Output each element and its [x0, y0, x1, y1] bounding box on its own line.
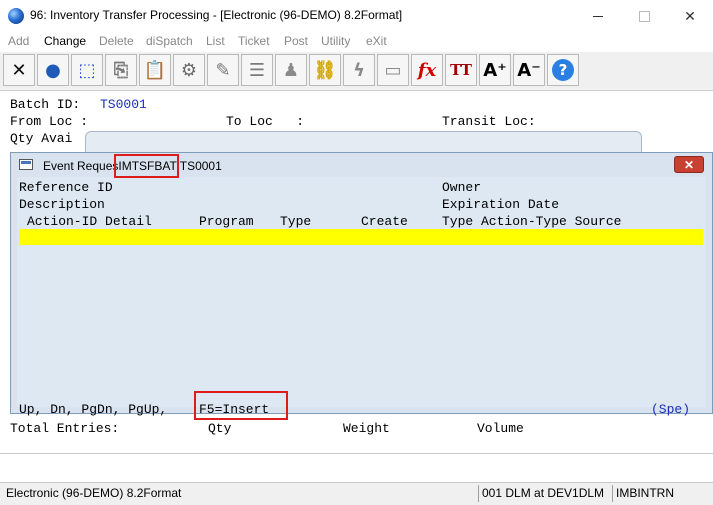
column-action-id-detail: Action-ID Detail	[27, 214, 152, 229]
list-icon: ☰	[248, 59, 266, 81]
cancel-x-button[interactable]: ✕	[3, 54, 35, 86]
list-button[interactable]: ☰	[241, 54, 273, 86]
copy-button[interactable]: ⎘	[105, 54, 137, 86]
footer-nav-keys: Up, Dn, PgDn, PgUp,	[19, 402, 168, 417]
total-weight-label: Weight	[343, 421, 390, 436]
screen-arrow-icon: ▭	[384, 59, 402, 81]
settings-gear-icon: ⚙	[180, 59, 198, 81]
total-entries-label: Total Entries:	[10, 421, 120, 436]
function-fx-button[interactable]: fx	[411, 54, 443, 86]
users-icon: ♟	[282, 59, 300, 81]
window-icon	[19, 159, 33, 170]
help-button[interactable]: ?	[547, 54, 579, 86]
column-type: Type	[280, 214, 312, 229]
menu-utility[interactable]: Utility	[321, 34, 350, 48]
status-divider	[478, 485, 479, 502]
status-bar: Electronic (96-DEMO) 8.2Format 001 DLM a…	[0, 482, 713, 505]
total-volume-label: Volume	[477, 421, 524, 436]
column-program: Program	[199, 214, 254, 229]
from-loc-label: From Loc :	[10, 114, 89, 129]
divider	[0, 453, 713, 454]
settings-gear-button[interactable]: ⚙	[173, 54, 205, 86]
toolbar: ✕ ● ⬚ ⎘ 📋 ⚙ ✎ ☰ ♟ ⛓ ϟ ▭ fx TT A⁺ A⁻?	[0, 52, 713, 91]
users-button[interactable]: ♟	[275, 54, 307, 86]
description-label: Description	[19, 197, 105, 212]
screen-arrow-button[interactable]: ▭	[377, 54, 409, 86]
cancel-x-icon: ✕	[11, 59, 27, 81]
menu-list[interactable]: List	[206, 34, 225, 48]
status-session: 001 DLM at DEV1DLM	[482, 486, 605, 500]
menu-add[interactable]: Add	[8, 34, 29, 48]
paste-button[interactable]: 📋	[139, 54, 171, 86]
owner-label: Owner	[442, 180, 482, 195]
spe-indicator: (Spe)	[651, 402, 691, 417]
minimize-button[interactable]	[575, 0, 621, 32]
status-divider	[612, 485, 613, 502]
menu-bar: Add Change Delete diSpatch List Ticket P…	[0, 32, 713, 52]
total-qty-label: Qty	[208, 421, 232, 436]
menu-ticket[interactable]: Ticket	[238, 34, 270, 48]
selected-row[interactable]	[19, 229, 703, 245]
font-smaller-icon: A⁻	[517, 59, 541, 81]
menu-exit[interactable]: eXit	[366, 34, 387, 48]
batch-id-value[interactable]: TS0001	[100, 97, 147, 112]
column-create: Create	[361, 214, 408, 229]
dialog-title-prefix: Event Reques	[43, 159, 119, 173]
transit-loc-label: Transit Loc:	[442, 114, 536, 129]
copy-icon: ⎘	[113, 59, 129, 81]
highlight-box-f5-insert	[194, 391, 288, 420]
lightning-icon: ϟ	[353, 59, 365, 81]
globe-icon: ●	[45, 59, 61, 81]
batch-id-label: Batch ID:	[10, 97, 81, 112]
font-type-button[interactable]: TT	[445, 54, 477, 86]
select-box-icon: ⬚	[78, 59, 96, 81]
dialog-body: Reference ID Owner Description Expiratio…	[17, 177, 706, 417]
title-bar: 96: Inventory Transfer Processing - [Ele…	[0, 0, 713, 32]
maximize-button[interactable]	[621, 0, 667, 32]
status-company: Electronic (96-DEMO) 8.2Format	[6, 486, 182, 500]
link-chain-icon: ⛓	[313, 59, 337, 81]
font-smaller-button[interactable]: A⁻	[513, 54, 545, 86]
window-title: 96: Inventory Transfer Processing - [Ele…	[30, 8, 403, 22]
menu-delete[interactable]: Delete	[99, 34, 134, 48]
lightning-button[interactable]: ϟ	[343, 54, 375, 86]
qty-avail-label: Qty Avai	[10, 131, 73, 146]
app-globe-icon	[8, 8, 24, 24]
globe-button[interactable]: ●	[37, 54, 69, 86]
help-icon: ?	[552, 59, 574, 81]
edit-pencil-button[interactable]: ✎	[207, 54, 239, 86]
select-box-button[interactable]: ⬚	[71, 54, 103, 86]
function-fx-icon: fx	[417, 59, 437, 81]
reference-id-label: Reference ID	[19, 180, 113, 195]
to-loc-label: To Loc :	[226, 114, 305, 129]
menu-post[interactable]: Post	[284, 34, 308, 48]
link-chain-button[interactable]: ⛓	[309, 54, 341, 86]
event-request-dialog: Event RequesIMTSFBAT TS0001 ✕ Reference …	[10, 152, 713, 417]
menu-dispatch[interactable]: diSpatch	[146, 34, 193, 48]
dialog-title-suffix: TS0001	[179, 159, 222, 173]
status-program: IMBINTRN	[616, 486, 674, 500]
expiration-date-label: Expiration Date	[442, 197, 560, 212]
dialog-close-button[interactable]: ✕	[674, 156, 704, 173]
close-button[interactable]: ✕	[667, 0, 713, 32]
menu-change[interactable]: Change	[44, 34, 86, 48]
font-type-icon: TT	[450, 61, 472, 79]
highlight-box-title-code	[114, 154, 179, 178]
paste-icon: 📋	[143, 59, 167, 81]
column-type-action-type-source: Type Action-Type Source	[442, 214, 622, 229]
edit-pencil-icon: ✎	[215, 59, 231, 81]
font-larger-button[interactable]: A⁺	[479, 54, 511, 86]
font-larger-icon: A⁺	[483, 59, 507, 81]
